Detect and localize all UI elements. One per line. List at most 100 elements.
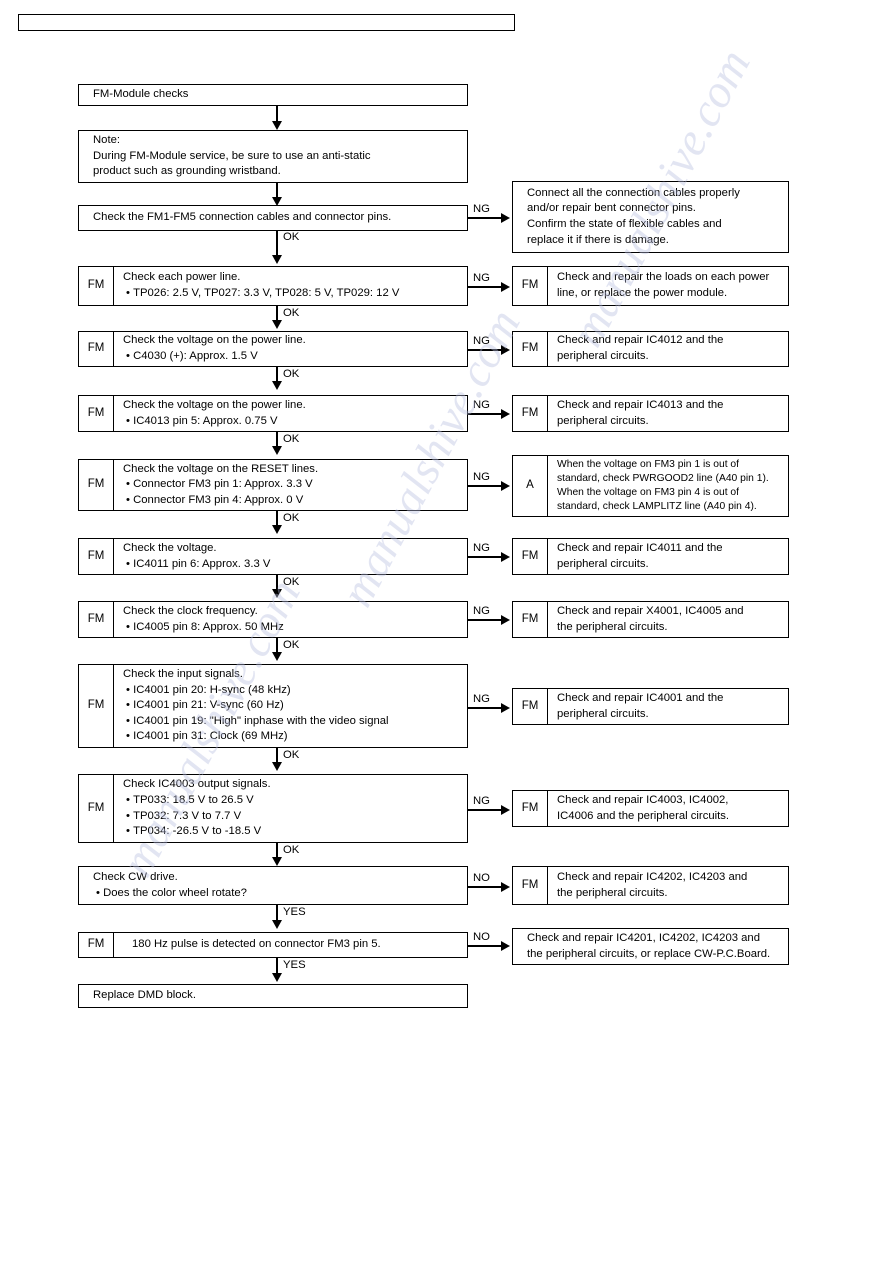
result-ic4011-body: Check and repair IC4011 and the peripher…	[548, 539, 788, 574]
step-ic4013-box: FM Check the voltage on the power line. …	[78, 395, 469, 433]
branch-line-cw-drive	[468, 886, 504, 888]
result-cw-drive-line-2: the peripheral circuits.	[557, 886, 668, 899]
branch-label-cables: NG	[473, 203, 490, 215]
result-power-lines-body: Check and repair the loads on each power…	[548, 267, 788, 305]
note-body: Note: During FM-Module service, be sure …	[79, 131, 467, 182]
step-180hz-box: FM 180 Hz pulse is detected on connector…	[78, 932, 469, 959]
branch-label-c4030: NG	[473, 335, 490, 347]
step-clock-line-2: IC4005 pin 8: Approx. 50 MHz	[123, 620, 461, 636]
branch-arrow-power-lines	[501, 282, 510, 292]
step-reset-body: Check the voltage on the RESET lines. Co…	[114, 460, 467, 510]
branch-arrow-cables	[501, 213, 510, 223]
step-c4030-tag: FM	[79, 332, 114, 366]
result-ic4011-line-2: peripheral circuits.	[557, 557, 649, 570]
result-c4030-tag: FM	[513, 332, 548, 366]
flow-label-step-6: OK	[283, 576, 300, 588]
result-180hz-box: Check and repair IC4201, IC4202, IC4203 …	[512, 928, 790, 966]
result-ic4013-tag: FM	[513, 396, 548, 431]
step-ic4003-output-line-3: TP032: 7.3 V to 7.7 V	[123, 809, 461, 825]
step-power-lines-body: Check each power line. TP026: 2.5 V, TP0…	[114, 267, 467, 305]
step-input-signals-line-3: IC4001 pin 21: V-sync (60 Hz)	[123, 698, 461, 714]
step-ic4003-output-line-4: TP034: -26.5 V to -18.5 V	[123, 824, 461, 840]
step-c4030-box: FM Check the voltage on the power line. …	[78, 331, 469, 368]
branch-line-reset	[468, 485, 504, 487]
step-cables-line-1: Check the FM1-FM5 connection cables and …	[93, 211, 392, 224]
arrow-step-1-to-2	[272, 255, 282, 264]
result-input-signals-line-1: Check and repair IC4001 and the	[557, 691, 724, 704]
step-clock-body: Check the clock frequency. IC4005 pin 8:…	[114, 602, 467, 637]
result-input-signals-line-2: peripheral circuits.	[557, 707, 649, 720]
step-ic4003-output-box: FM Check IC4003 output signals. TP033: 1…	[78, 774, 469, 844]
step-reset-line-2: Connector FM3 pin 1: Approx. 3.3 V	[123, 477, 461, 493]
result-c4030-body: Check and repair IC4012 and the peripher…	[548, 332, 788, 366]
result-power-lines-box: FM Check and repair the loads on each po…	[512, 266, 790, 307]
result-power-lines-line-2: line, or replace the power module.	[557, 287, 728, 299]
result-180hz-line-1: Check and repair IC4201, IC4202, IC4203 …	[527, 931, 760, 944]
branch-line-input-signals	[468, 707, 504, 709]
result-ic4013-body: Check and repair IC4013 and the peripher…	[548, 396, 788, 431]
result-cw-drive-tag: FM	[513, 867, 548, 904]
result-cables-line-4: replace it if there is damage.	[527, 233, 669, 246]
branch-label-180hz: NO	[473, 931, 490, 943]
flow-end-body: Replace DMD block.	[79, 985, 467, 1007]
step-clock-box: FM Check the clock frequency. IC4005 pin…	[78, 601, 469, 639]
step-cw-drive-box: Check CW drive. Does the color wheel rot…	[78, 866, 469, 906]
flow-end-box: Replace DMD block.	[78, 984, 469, 1009]
note-line-1: Note:	[93, 134, 121, 147]
result-reset-tag: A	[513, 456, 548, 516]
step-ic4011-body: Check the voltage. IC4011 pin 6: Approx.…	[114, 539, 467, 574]
step-power-lines-line-2: TP026: 2.5 V, TP027: 3.3 V, TP028: 5 V, …	[123, 286, 461, 302]
step-power-lines-line-1: Check each power line.	[123, 271, 241, 284]
result-c4030-line-2: peripheral circuits.	[557, 350, 649, 362]
branch-label-cw-drive: NO	[473, 872, 490, 884]
arrow-step-7-to-8	[272, 652, 282, 661]
arrow-step-4-to-5	[272, 446, 282, 455]
step-ic4011-line-1: Check the voltage.	[123, 541, 217, 554]
flow-label-step-7: OK	[283, 639, 300, 651]
branch-label-ic4003-output: NG	[473, 795, 490, 807]
result-ic4003-output-line-1: Check and repair IC4003, IC4002,	[557, 793, 729, 806]
branch-arrow-ic4003-output	[501, 805, 510, 815]
step-reset-tag: FM	[79, 460, 114, 510]
step-reset-box: FM Check the voltage on the RESET lines.…	[78, 459, 469, 512]
branch-arrow-reset	[501, 481, 510, 491]
flow-label-step-2: OK	[283, 307, 300, 319]
result-ic4003-output-body: Check and repair IC4003, IC4002, IC4006 …	[548, 791, 788, 826]
step-ic4013-tag: FM	[79, 396, 114, 431]
branch-arrow-180hz	[501, 941, 510, 951]
flow-label-step-1: OK	[283, 231, 300, 243]
step-cables-box: Check the FM1-FM5 connection cables and …	[78, 205, 469, 232]
note-box: Note: During FM-Module service, be sure …	[78, 130, 469, 184]
result-clock-line-2: the peripheral circuits.	[557, 620, 668, 633]
step-cw-drive-line-2: Does the color wheel rotate?	[93, 886, 461, 902]
branch-label-reset: NG	[473, 471, 490, 483]
branch-arrow-cw-drive	[501, 882, 510, 892]
step-input-signals-body: Check the input signals. IC4001 pin 20: …	[114, 665, 467, 747]
result-180hz-body: Check and repair IC4201, IC4202, IC4203 …	[513, 929, 788, 964]
branch-label-input-signals: NG	[473, 693, 490, 705]
step-cables-body: Check the FM1-FM5 connection cables and …	[79, 206, 467, 230]
result-reset-line-3: When the voltage on FM3 pin 4 is out of	[557, 487, 740, 498]
step-clock-tag: FM	[79, 602, 114, 637]
step-ic4003-output-line-2: TP033: 18.5 V to 26.5 V	[123, 793, 461, 809]
branch-line-ic4013	[468, 413, 504, 415]
step-c4030-line-2: C4030 (+): Approx. 1.5 V	[123, 349, 461, 365]
arrow-step-10-to-11	[272, 920, 282, 929]
result-reset-line-4: standard, check LAMPLITZ line (A40 pin 4…	[557, 501, 757, 513]
result-180hz-line-2: the peripheral circuits, or replace CW-P…	[527, 947, 771, 960]
flow-label-step-3: OK	[283, 368, 300, 380]
result-input-signals-box: FM Check and repair IC4001 and the perip…	[512, 688, 790, 726]
result-power-lines-line-1: Check and repair the loads on each power	[557, 271, 770, 284]
arrow-step-5-to-6	[272, 525, 282, 534]
branch-line-c4030	[468, 349, 504, 351]
step-cw-drive-line-1: Check CW drive.	[93, 870, 178, 883]
result-reset-line-1: When the voltage on FM3 pin 1 is out of	[557, 458, 740, 470]
step-ic4013-line-1: Check the voltage on the power line.	[123, 398, 306, 411]
branch-line-cables	[468, 217, 504, 219]
result-clock-box: FM Check and repair X4001, IC4005 and th…	[512, 601, 790, 639]
result-cw-drive-line-1: Check and repair IC4202, IC4203 and	[557, 870, 748, 883]
result-clock-body: Check and repair X4001, IC4005 and the p…	[548, 602, 788, 637]
step-input-signals-line-4: IC4001 pin 19: "High" inphase with the v…	[123, 714, 461, 730]
step-input-signals-line-5: IC4001 pin 31: Clock (69 MHz)	[123, 729, 461, 745]
step-ic4011-tag: FM	[79, 539, 114, 574]
